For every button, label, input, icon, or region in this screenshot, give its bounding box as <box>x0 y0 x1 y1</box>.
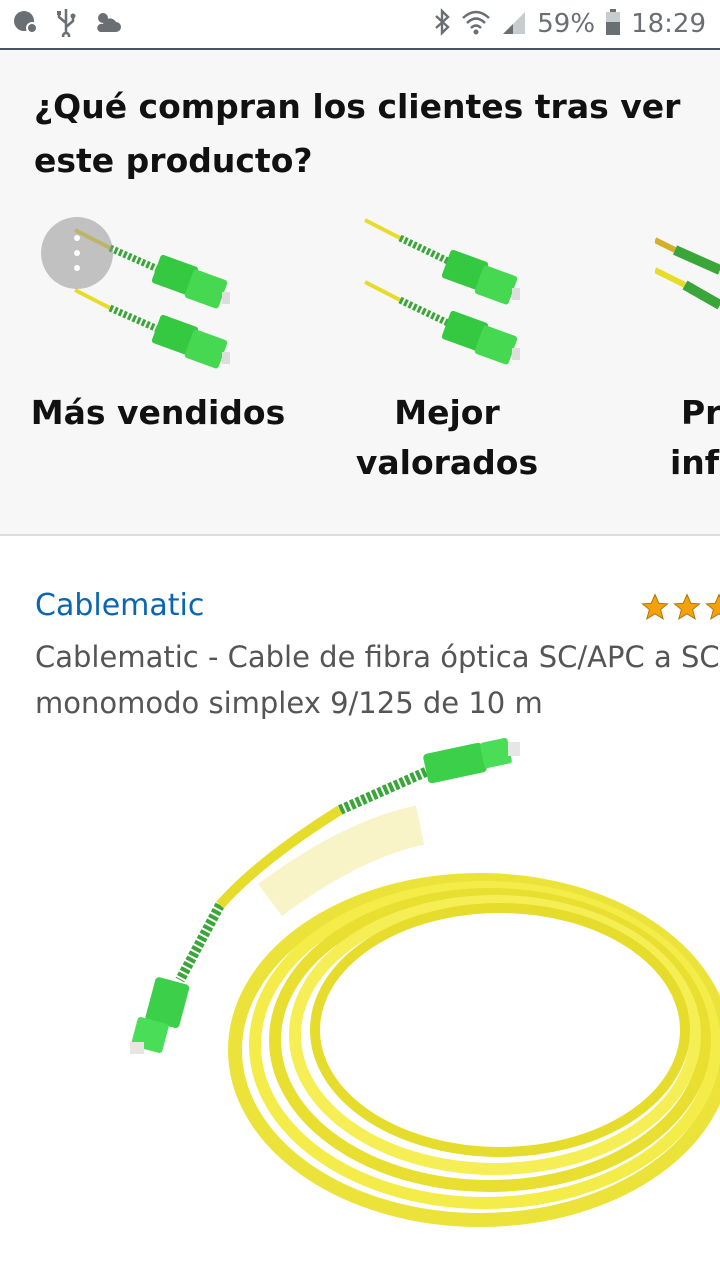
signal-icon <box>501 8 527 40</box>
card-label-line: Mejor <box>394 393 500 432</box>
status-right-icons: 59% 18:29 <box>433 8 706 40</box>
product-title[interactable]: Cablematic - Cable de fibra óptica SC/AP… <box>35 634 720 726</box>
star-icon <box>641 593 669 620</box>
wifi-icon <box>461 8 491 40</box>
status-left-icons <box>12 7 122 41</box>
status-bar: 59% 18:29 <box>0 0 720 50</box>
star-icon <box>705 593 720 620</box>
more-options-dot <box>74 265 80 271</box>
card-top-rated-image[interactable] <box>360 210 530 384</box>
battery-percent: 59% <box>537 9 596 39</box>
rating-stars[interactable] <box>640 592 720 622</box>
product-image[interactable] <box>120 730 720 1254</box>
recommendations-section: ¿Qué compran los clientes tras ver este … <box>0 50 720 536</box>
card-label-line: info <box>670 443 720 482</box>
usb-icon <box>54 7 78 41</box>
fiber-cable-coil-icon <box>130 737 720 1227</box>
card-label-line: Pr <box>681 393 720 432</box>
battery-icon <box>605 8 621 40</box>
clock: 18:29 <box>631 9 706 39</box>
card-top-rated-label[interactable]: Mejor valorados <box>330 388 564 488</box>
more-options-dot <box>74 250 80 256</box>
card-best-sellers-label[interactable]: Más vendidos <box>30 388 286 438</box>
weather-icon <box>92 8 122 40</box>
more-options-dot <box>74 235 80 241</box>
card-third-label[interactable]: Pr info <box>670 388 720 488</box>
recommendations-title: ¿Qué compran los clientes tras ver este … <box>34 87 681 180</box>
card-label-line: Más vendidos <box>30 393 286 432</box>
more-options-button[interactable] <box>41 217 113 289</box>
star-icon <box>673 593 701 620</box>
notification-icon <box>12 8 40 40</box>
card-label-line: valorados <box>355 443 539 482</box>
brand-link[interactable]: Cablematic <box>35 588 204 623</box>
bluetooth-icon <box>433 8 451 40</box>
product-title-line: monomodo simplex 9/125 de 10 m <box>35 686 543 720</box>
card-third-image[interactable] <box>653 230 720 334</box>
product-title-line: Cablematic - Cable de fibra óptica SC/AP… <box>35 640 720 674</box>
